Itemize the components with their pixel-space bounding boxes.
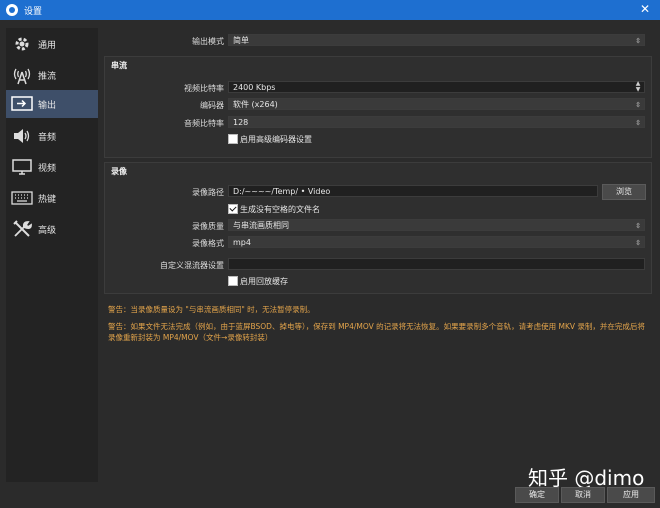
title-bar: 设置 ✕ [0,0,660,20]
sidebar-item-label: 输出 [38,100,57,111]
warning-pause-text: 警告：当录像质量设为 "与串流画质相同" 时，无法暂停录制。 [108,305,315,314]
apply-button[interactable]: 应用 [607,487,655,503]
spinner-arrows-icon[interactable]: ▲ ▼ [634,81,642,93]
recording-quality-label: 录像质量 [192,222,224,231]
sidebar-item-label: 推流 [38,71,57,82]
audio-bitrate-label: 音频比特率 [184,119,224,128]
muxer-settings-label: 自定义混流器设置 [160,261,224,270]
settings-sidebar: 通用 推流 输出 音频 视频 热键 高级 [6,28,98,482]
sidebar-item-output[interactable]: 输出 [6,90,98,118]
chevron-updown-icon: ⇳ [635,222,641,230]
recording-path-label: 录像路径 [192,188,224,197]
output-mode-select[interactable]: 简单 ⇳ [228,34,645,46]
sidebar-item-label: 高级 [38,225,57,236]
output-icon [10,94,34,114]
monitor-icon [10,157,34,177]
sidebar-item-stream[interactable]: 推流 [6,61,98,89]
audio-bitrate-select[interactable]: 128 ⇳ [228,116,645,128]
encoder-label: 编码器 [200,101,224,110]
chevron-updown-icon: ⇳ [635,101,641,109]
gear-icon [10,34,34,54]
window-title: 设置 [24,6,43,17]
cancel-button[interactable]: 取消 [561,487,605,503]
advanced-encoder-checkbox[interactable] [228,134,238,144]
encoder-value: 软件 (x264) [233,100,278,109]
close-icon[interactable]: ✕ [640,2,650,16]
audio-bitrate-value: 128 [233,118,249,127]
muxer-settings-input[interactable] [228,258,645,270]
sidebar-item-label: 音频 [38,132,57,143]
sidebar-item-label: 热键 [38,194,57,205]
browse-button[interactable]: 浏览 [602,184,646,200]
tools-icon [10,219,34,239]
recording-format-label: 录像格式 [192,239,224,248]
output-mode-label: 输出模式 [192,37,224,46]
output-mode-value: 简单 [233,36,249,45]
ok-button[interactable]: 确定 [515,487,559,503]
video-bitrate-input[interactable]: 2400 Kbps ▲ ▼ [228,81,645,93]
speaker-icon [10,126,34,146]
streaming-group-title: 串流 [111,61,127,70]
sidebar-item-video[interactable]: 视频 [6,153,98,181]
sidebar-item-general[interactable]: 通用 [6,30,98,58]
broadcast-icon [10,65,34,85]
sidebar-item-audio[interactable]: 音频 [6,122,98,150]
chevron-updown-icon: ⇳ [635,119,641,127]
recording-group-title: 录像 [111,167,127,176]
sidebar-item-hotkeys[interactable]: 热键 [6,184,98,212]
no-space-filename-label: 生成没有空格的文件名 [240,205,320,214]
sidebar-item-label: 通用 [38,40,57,51]
video-bitrate-label: 视频比特率 [184,84,224,93]
recording-quality-select[interactable]: 与串流画质相同 ⇳ [228,219,645,231]
keyboard-icon [10,188,34,208]
replay-buffer-checkbox[interactable] [228,276,238,286]
sidebar-item-label: 视频 [38,163,57,174]
obs-logo-icon [6,4,18,16]
recording-path-input[interactable]: D:/~~~~/Temp/ • Video [228,185,598,197]
recording-format-select[interactable]: mp4 ⇳ [228,236,645,248]
warning-mp4-text: 警告：如果文件无法完成（例如，由于蓝屏BSOD、掉电等），保存到 MP4/MOV… [108,322,645,342]
recording-format-value: mp4 [233,238,251,247]
video-bitrate-value: 2400 Kbps [233,83,276,92]
chevron-updown-icon: ⇳ [635,239,641,247]
chevron-updown-icon: ⇳ [635,37,641,45]
recording-path-value: D:/~~~~/Temp/ • Video [233,187,331,196]
recording-quality-value: 与串流画质相同 [233,221,289,230]
sidebar-item-advanced[interactable]: 高级 [6,215,98,243]
replay-buffer-label: 启用回放缓存 [240,277,288,286]
advanced-encoder-label: 启用高级编码器设置 [240,135,312,144]
no-space-filename-checkbox[interactable] [228,204,238,214]
encoder-select[interactable]: 软件 (x264) ⇳ [228,98,645,110]
